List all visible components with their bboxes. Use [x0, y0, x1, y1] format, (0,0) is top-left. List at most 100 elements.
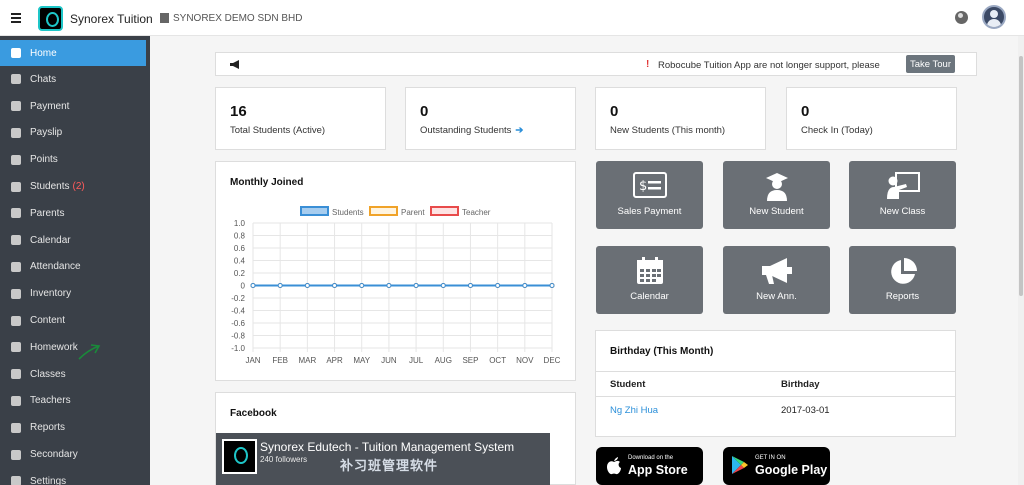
- google-play-button[interactable]: GET IN ON Google Play: [723, 447, 830, 485]
- stat-value: 16: [230, 103, 247, 120]
- new-student-tile[interactable]: New Student: [723, 161, 830, 229]
- sidebar-item-payslip[interactable]: Payslip: [0, 120, 150, 147]
- x-tick-label: MAR: [298, 356, 316, 365]
- sidebar-item-label: Settings: [30, 475, 67, 485]
- org-name: SYNOREX DEMO SDN BHD: [173, 13, 303, 24]
- hamburger-menu-icon[interactable]: [11, 13, 21, 25]
- sales-payment-tile[interactable]: $ Sales Payment: [596, 161, 703, 229]
- globe-icon[interactable]: [955, 11, 968, 24]
- sidebar-item-label: Homework: [30, 341, 78, 353]
- y-tick-label: -0.6: [231, 319, 245, 328]
- stat-label: New Students (This month): [610, 125, 726, 136]
- data-point: [332, 283, 338, 288]
- sidebar-item-label: Payment: [30, 100, 70, 112]
- tile-label: New Student: [749, 206, 804, 217]
- birthday-title: Birthday (This Month): [610, 346, 714, 357]
- y-tick-label: 0: [241, 282, 246, 291]
- user-avatar[interactable]: [982, 5, 1006, 29]
- sidebar-item-points[interactable]: Points: [0, 146, 150, 173]
- sidebar-item-label: Teachers: [30, 395, 71, 407]
- facebook-title: Facebook: [230, 408, 277, 419]
- megaphone-icon: [230, 60, 239, 69]
- sidebar-item-home[interactable]: Home: [0, 40, 146, 66]
- sidebar-item-label: Students: [30, 181, 70, 193]
- app-logo[interactable]: [38, 6, 63, 31]
- app-store-small-text: Download on the: [628, 455, 674, 461]
- apple-icon: [607, 457, 621, 475]
- data-point: [277, 283, 283, 288]
- stat-card-outstanding-students[interactable]: 0 Outstanding Students ➔: [405, 87, 576, 150]
- stat-label: Total Students (Active): [230, 125, 326, 136]
- users-icon: [11, 181, 21, 192]
- reports-tile[interactable]: Reports: [849, 246, 956, 314]
- sidebar-item-settings[interactable]: Settings: [0, 468, 150, 485]
- sidebar-item-inventory[interactable]: Inventory: [0, 280, 150, 307]
- user-circle-icon: [11, 208, 21, 219]
- monthly-joined-chart: Students Parent Teacher 1.0 0.8 0.6 0.4 0.2 0 -0.…: [231, 206, 561, 365]
- take-tour-button[interactable]: Take Tour: [906, 55, 955, 73]
- y-tick-label: -0.2: [231, 294, 245, 303]
- tile-label: Calendar: [630, 291, 669, 302]
- arrow-right-icon[interactable]: ➔: [515, 125, 523, 136]
- y-tick-label: 0.4: [234, 257, 246, 266]
- monthly-joined-title: Monthly Joined: [230, 177, 304, 188]
- sidebar-item-chats[interactable]: Chats: [0, 66, 150, 93]
- calendar-icon: [11, 235, 21, 246]
- legend-label: Teacher: [462, 208, 491, 217]
- app-store-button[interactable]: Download on the App Store: [596, 447, 703, 485]
- gear-icon: [11, 476, 21, 485]
- sidebar-item-content[interactable]: Content: [0, 307, 150, 334]
- sidebar-item-students[interactable]: Students (2): [0, 173, 150, 200]
- sidebar: Home Chats Payment Payslip Points Studen…: [0, 36, 150, 485]
- y-tick-label: 0.6: [234, 244, 246, 253]
- school-icon: [11, 369, 21, 380]
- divider: [596, 371, 955, 372]
- calendar-tile[interactable]: Calendar: [596, 246, 703, 314]
- boxes-icon: [11, 288, 21, 299]
- sidebar-item-secondary[interactable]: Secondary: [0, 441, 150, 468]
- page-scrollbar[interactable]: [1018, 36, 1024, 485]
- facebook-page-logo[interactable]: [222, 439, 257, 474]
- app-store-big-text: App Store: [628, 463, 688, 477]
- facebook-video-title[interactable]: Synorex Edutech - Tuition Management Sys…: [260, 440, 514, 454]
- sidebar-item-teachers[interactable]: Teachers: [0, 388, 150, 415]
- column-header-student: Student: [610, 379, 646, 390]
- classroom-icon: [886, 172, 920, 199]
- student-name-link[interactable]: Ng Zhi Hua: [610, 405, 658, 416]
- legend-label: Students: [332, 208, 364, 217]
- sidebar-item-homework[interactable]: Homework: [0, 334, 150, 361]
- birthday-date: 2017-03-01: [781, 405, 830, 416]
- data-point: [467, 283, 473, 288]
- sidebar-item-label: Chats: [30, 73, 57, 85]
- data-point: [250, 283, 256, 288]
- stat-card-check-in: 0 Check In (Today): [786, 87, 957, 150]
- stat-card-new-students: 0 New Students (This month): [595, 87, 766, 150]
- sidebar-item-attendance[interactable]: Attendance: [0, 254, 150, 281]
- new-announcement-tile[interactable]: New Ann.: [723, 246, 830, 314]
- data-point: [522, 283, 528, 288]
- data-point: [359, 283, 365, 288]
- data-point: [304, 283, 310, 288]
- tile-label: New Class: [879, 206, 926, 217]
- x-tick-label: NOV: [516, 356, 534, 365]
- sidebar-item-classes[interactable]: Classes: [0, 361, 150, 388]
- sidebar-item-label: Secondary: [30, 449, 78, 461]
- x-tick-label: JUN: [381, 356, 397, 365]
- pie-icon: [890, 258, 917, 284]
- teacher-icon: [11, 395, 21, 406]
- graduate-icon: [765, 173, 788, 201]
- new-class-tile[interactable]: New Class: [849, 161, 956, 229]
- sidebar-item-reports[interactable]: Reports: [0, 414, 150, 441]
- legend-swatch: [369, 206, 398, 216]
- sidebar-item-parents[interactable]: Parents: [0, 200, 150, 227]
- data-point: [440, 283, 446, 288]
- chat-icon: [11, 74, 21, 85]
- stat-label: Outstanding Students ➔: [420, 125, 524, 136]
- sidebar-item-calendar[interactable]: Calendar: [0, 227, 150, 254]
- facebook-banner-text: 补习班管理软件: [340, 458, 439, 473]
- x-tick-label: DEC: [544, 356, 561, 365]
- sidebar-item-payment[interactable]: Payment: [0, 93, 150, 120]
- y-tick-label: 1.0: [234, 219, 246, 228]
- pie-icon: [11, 422, 21, 433]
- app-name: Synorex Tuition: [70, 12, 153, 26]
